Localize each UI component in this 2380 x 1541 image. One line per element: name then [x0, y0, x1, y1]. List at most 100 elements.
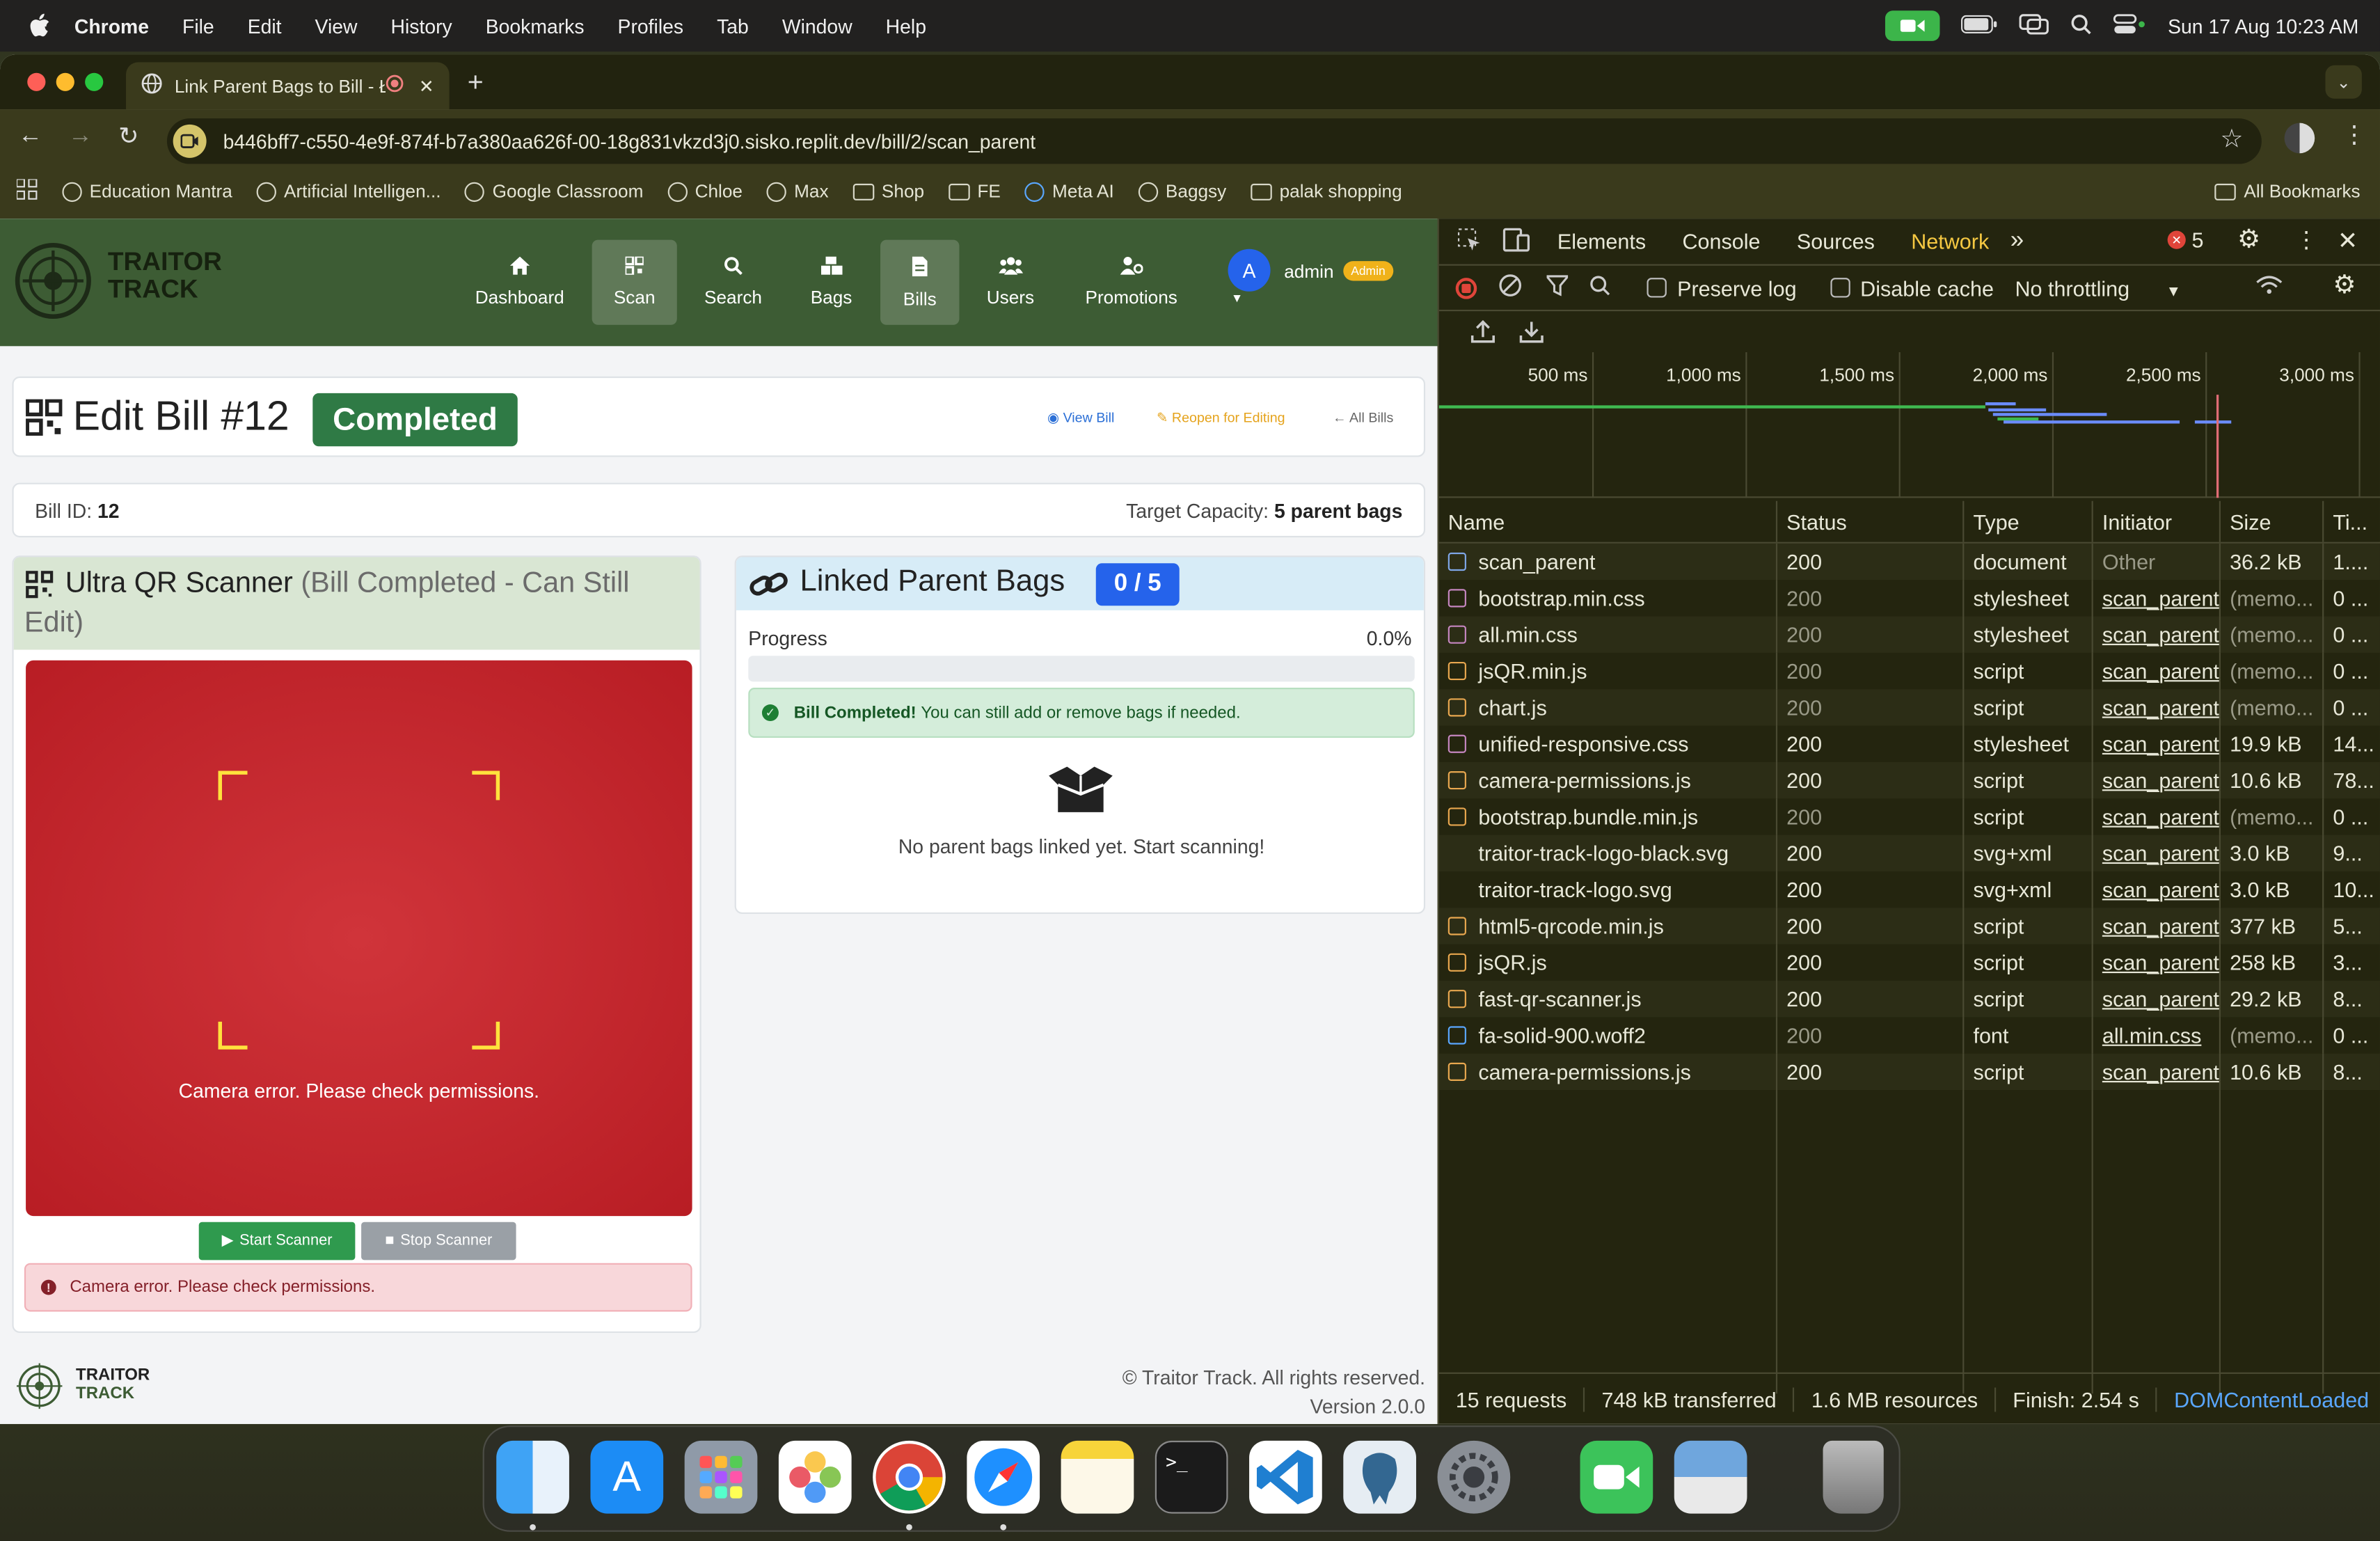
bookmark-item[interactable]: Chloe [667, 181, 743, 202]
menu-file[interactable]: File [182, 15, 214, 38]
reopen-for-editing-link[interactable]: ✎ Reopen for Editing [1157, 410, 1285, 427]
apple-icon[interactable] [26, 12, 53, 39]
tab-search-button[interactable]: ⌄ [2325, 65, 2362, 99]
traitor-track-logo[interactable] [15, 242, 91, 319]
bookmark-folder[interactable]: FE [948, 181, 1001, 202]
devtools-tab-network[interactable]: Network [1911, 229, 1989, 253]
zoom-window-button[interactable] [85, 72, 104, 91]
screen-recording-icon[interactable] [1885, 10, 1940, 41]
column-header-time[interactable]: Ti... [2324, 501, 2380, 542]
close-tab-icon[interactable]: ✕ [419, 75, 434, 97]
network-request-row[interactable]: fast-qr-scanner.js 200 script scan_parent 29… [1438, 981, 2380, 1018]
network-settings-gear-icon[interactable]: ⚙ [2333, 270, 2356, 301]
column-header-size[interactable]: Size [2221, 500, 2324, 542]
clear-icon[interactable] [1498, 274, 1523, 302]
nav-users[interactable]: Users [971, 240, 1049, 325]
forward-icon[interactable]: → [68, 123, 93, 150]
start-scanner-button[interactable]: ▶ Start Scanner [198, 1222, 356, 1261]
user-avatar[interactable]: A [1228, 248, 1271, 292]
settings-gear-icon[interactable]: ⚙ [2237, 225, 2260, 255]
photos-icon[interactable] [778, 1440, 852, 1514]
vscode-icon[interactable] [1249, 1440, 1322, 1514]
view-bill-link[interactable]: ◉ View Bill [1047, 410, 1114, 427]
battery-icon[interactable] [1961, 14, 1997, 38]
devtools-tab-sources[interactable]: Sources [1797, 229, 1875, 253]
request-initiator-cell[interactable]: scan_parent [2093, 1053, 2221, 1091]
trash-icon[interactable] [1823, 1440, 1884, 1514]
error-count[interactable]: ✕ 5 [2167, 228, 2204, 252]
network-request-row[interactable]: bootstrap.min.css 200 stylesheet scan_paren… [1439, 580, 2380, 617]
all-bills-link[interactable]: ← All Bills [1333, 410, 1393, 425]
devtools-tab-console[interactable]: Console [1682, 229, 1760, 253]
network-request-row[interactable]: chart.js 200 script scan_parent (memo... 0 ..… [1438, 689, 2380, 726]
request-initiator-cell[interactable]: scan_parent [2093, 652, 2221, 690]
network-request-row[interactable]: unified-responsive.css 200 stylesheet scan_… [1439, 725, 2380, 762]
notes-icon[interactable] [1061, 1440, 1134, 1514]
launchpad-icon[interactable] [684, 1440, 758, 1514]
bookmark-item[interactable]: Artificial Intelligen... [256, 181, 441, 202]
back-icon[interactable]: ← [18, 123, 42, 150]
request-initiator-cell[interactable]: scan_parent [2093, 835, 2221, 871]
request-initiator-cell[interactable]: Other [2093, 543, 2221, 580]
user-name[interactable]: admin [1284, 261, 1333, 283]
menu-edit[interactable]: Edit [248, 15, 282, 38]
column-header-name[interactable]: Name [1439, 500, 1778, 542]
preview-icon[interactable] [1674, 1440, 1747, 1514]
stop-scanner-button[interactable]: ■ Stop Scanner [361, 1222, 516, 1261]
network-request-row[interactable]: traitor-track-logo-black.svg 200 svg+xml sc… [1438, 835, 2380, 871]
address-bar[interactable]: b446bff7-c550-4e9f-874f-b7a380aa626f-00-… [166, 118, 2262, 164]
preserve-log-checkbox[interactable] [1647, 278, 1667, 298]
network-timeline-overview[interactable]: 500 ms 1,000 ms 1,500 ms 2,000 ms 2,500 … [1438, 352, 2380, 498]
network-request-row[interactable]: fa-solid-900.woff2 200 font all.min.css (mem… [1439, 1017, 2380, 1054]
menu-bookmarks[interactable]: Bookmarks [486, 15, 585, 38]
nav-bills[interactable]: Bills [880, 239, 960, 325]
apps-grid-icon[interactable] [15, 177, 38, 204]
url-text[interactable]: b446bff7-c550-4e9f-874f-b7a380aa626f-00-… [223, 129, 1036, 152]
chrome-menu-icon[interactable]: ⋮ [2342, 120, 2366, 150]
app-store-icon[interactable]: A [590, 1440, 664, 1514]
network-request-row[interactable]: html5-qrcode.min.js 200 script scan_parent 3… [1438, 908, 2380, 945]
nav-scan[interactable]: Scan [592, 239, 677, 325]
network-conditions-icon[interactable] [2255, 274, 2283, 302]
column-header-status[interactable]: Status [1777, 500, 1965, 542]
menu-window[interactable]: Window [782, 15, 852, 38]
bookmark-folder[interactable]: Shop [852, 181, 924, 202]
control-center-icon[interactable] [2113, 13, 2147, 39]
menubar-clock[interactable]: Sun 17 Aug 10:23 AM [2168, 15, 2358, 38]
reload-icon[interactable]: ↻ [118, 121, 138, 152]
device-toolbar-icon[interactable] [1502, 227, 1530, 255]
system-settings-icon[interactable] [1437, 1440, 1511, 1514]
network-request-row[interactable]: jsQR.min.js 200 script scan_parent (memo... 0… [1439, 652, 2380, 690]
site-info-icon[interactable] [173, 124, 207, 158]
request-initiator-cell[interactable]: scan_parent [2093, 725, 2221, 762]
spotlight-search-icon[interactable] [2071, 13, 2093, 39]
import-har-icon[interactable] [1470, 319, 1496, 347]
terminal-icon[interactable]: >_ [1155, 1440, 1228, 1514]
network-request-row[interactable]: camera-permissions.js 200 script scan_paren… [1438, 761, 2380, 799]
request-initiator-cell[interactable]: scan_parent [2093, 908, 2221, 945]
finder-icon[interactable] [496, 1440, 569, 1514]
menu-profiles[interactable]: Profiles [618, 15, 684, 38]
devtools-menu-icon[interactable]: ⋮ [2295, 226, 2318, 253]
request-initiator-cell[interactable]: scan_parent [2093, 580, 2221, 617]
close-devtools-icon[interactable]: ✕ [2338, 226, 2358, 257]
request-initiator-cell[interactable]: scan_parent [2093, 798, 2221, 835]
network-request-row[interactable]: camera-permissions.js 200 script scan_paren… [1438, 1053, 2380, 1091]
nav-bags[interactable]: Bags [795, 240, 867, 325]
disable-cache-checkbox[interactable] [1830, 278, 1850, 298]
bookmark-star-icon[interactable]: ☆ [2220, 125, 2243, 155]
bookmark-item[interactable]: Max [766, 181, 829, 202]
devtools-tab-elements[interactable]: Elements [1557, 229, 1646, 253]
nav-promotions[interactable]: Promotions [1070, 240, 1193, 325]
record-stop-icon[interactable] [1455, 277, 1477, 299]
new-tab-button[interactable]: + [468, 67, 484, 99]
chrome-icon[interactable] [873, 1440, 946, 1514]
camera-viewport[interactable]: Camera error. Please check permissions. [26, 660, 692, 1217]
more-tabs-icon[interactable]: » [2010, 228, 2024, 255]
menu-tab[interactable]: Tab [717, 15, 749, 38]
request-initiator-cell[interactable]: scan_parent [2093, 616, 2221, 653]
brand-name[interactable]: TRAITOR TRACK [108, 248, 222, 304]
bookmark-item[interactable]: Meta AI [1024, 181, 1114, 202]
network-request-row[interactable]: traitor-track-logo.svg 200 svg+xml scan_par… [1439, 871, 2380, 908]
column-header-initiator[interactable]: Initiator [2093, 500, 2221, 542]
